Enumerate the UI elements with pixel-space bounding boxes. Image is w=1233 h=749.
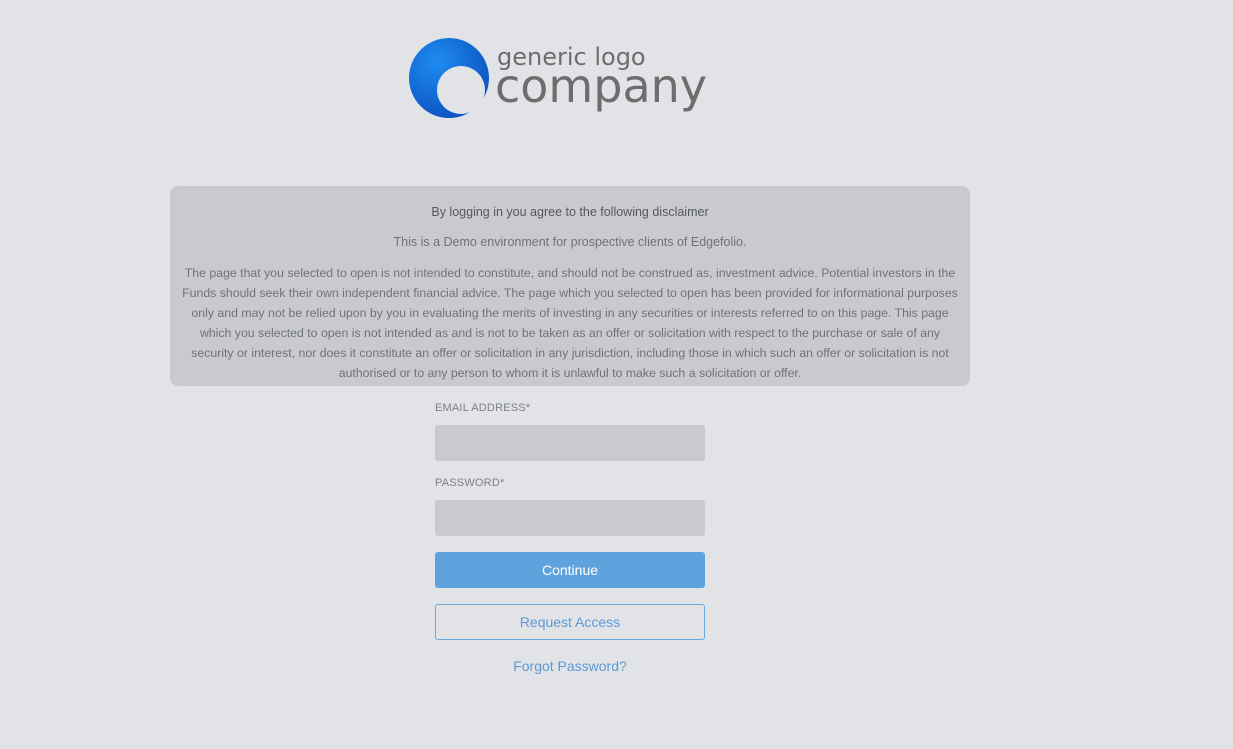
logo-circle-icon (409, 38, 489, 118)
continue-button[interactable]: Continue (435, 552, 705, 588)
forgot-password-link[interactable]: Forgot Password? (435, 658, 705, 674)
request-access-button[interactable]: Request Access (435, 604, 705, 640)
email-field[interactable] (435, 425, 705, 461)
disclaimer-panel: By logging in you agree to the following… (170, 186, 970, 386)
company-logo: generic logo company (409, 37, 739, 121)
password-label: PASSWORD* (435, 477, 505, 489)
disclaimer-intro: This is a Demo environment for prospecti… (393, 235, 747, 249)
password-field[interactable] (435, 500, 705, 536)
login-form: EMAIL ADDRESS* PASSWORD* Continue Reques… (435, 400, 705, 674)
disclaimer-body: The page that you selected to open is no… (182, 266, 958, 380)
disclaimer-heading: By logging in you agree to the following… (431, 205, 709, 219)
logo-text-large: company (495, 59, 708, 113)
email-label: EMAIL ADDRESS* (435, 402, 531, 414)
